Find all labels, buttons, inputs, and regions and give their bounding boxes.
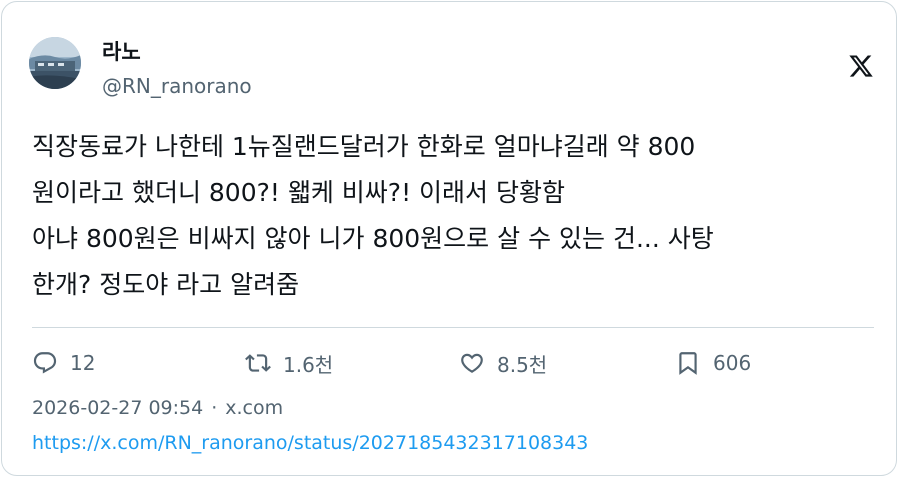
display-name[interactable]: 라노 xyxy=(102,39,141,65)
bookmark-icon xyxy=(679,352,697,375)
tweet-line: 한개? 정도야 라고 알려줌 xyxy=(32,270,300,299)
timestamp[interactable]: 2026-02-27 09:54 xyxy=(32,397,203,419)
tweet-text: 직장동료가 나한테 1뉴질랜드달러가 한화로 얼마냐길래 약 800 원이라고 … xyxy=(32,124,872,308)
tweet-line: 아냐 800원은 비싸지 않아 니가 800원으로 살 수 있는 건... 사탕 xyxy=(32,224,714,253)
tweet-line: 원이라고 했더니 800?! 왧케 비싸?! 이래서 당황함 xyxy=(32,178,565,207)
source-domain[interactable]: x.com xyxy=(225,397,283,419)
bookmark-button[interactable]: 606 xyxy=(675,346,751,380)
avatar-photo xyxy=(29,37,81,89)
reply-count: 12 xyxy=(70,351,96,375)
like-count: 8.5천 xyxy=(497,352,548,377)
divider xyxy=(32,327,874,328)
reply-icon xyxy=(33,352,57,374)
reply-button[interactable]: 12 xyxy=(32,346,95,380)
tweet-meta: 2026-02-27 09:54 · x.com xyxy=(32,396,283,420)
retweet-button[interactable]: 1.6천 xyxy=(245,346,333,380)
tweet-line: 직장동료가 나한테 1뉴질랜드달러가 한화로 얼마냐길래 약 800 xyxy=(32,132,696,161)
avatar[interactable] xyxy=(29,37,81,89)
user-handle[interactable]: @RN_ranorano xyxy=(102,73,252,99)
tweet-link[interactable]: https://x.com/RN_ranorano/status/2027185… xyxy=(32,431,588,455)
heart-icon xyxy=(461,353,483,373)
x-logo-icon[interactable] xyxy=(848,53,874,79)
tweet-card: 라노 @RN_ranorano 직장동료가 나한테 1뉴질랜드달러가 한화로 얼… xyxy=(1,1,897,476)
bookmark-count: 606 xyxy=(713,351,752,375)
meta-separator: · xyxy=(211,397,218,419)
retweet-icon xyxy=(245,354,271,372)
like-button[interactable]: 8.5천 xyxy=(459,346,547,380)
retweet-count: 1.6천 xyxy=(283,352,334,377)
